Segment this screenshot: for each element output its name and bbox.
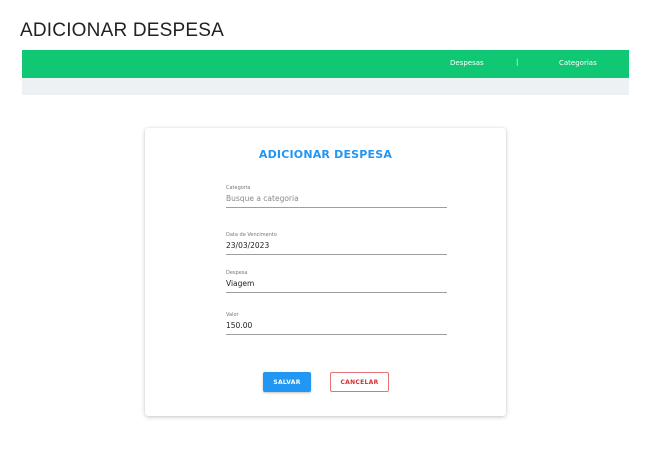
vencimento-field: Data de Vencimento: [226, 232, 447, 255]
nav-separator: |: [516, 58, 519, 66]
despesa-label: Despesa: [226, 270, 248, 276]
add-expense-card: ADICIONAR DESPESA Categoria Data de Venc…: [145, 128, 506, 416]
sub-bar: [22, 78, 629, 95]
valor-input[interactable]: [226, 319, 447, 335]
nav-link-despesas[interactable]: Despesas: [450, 59, 484, 67]
top-navbar: Despesas | Categorias: [22, 50, 629, 78]
despesa-input[interactable]: [226, 277, 447, 293]
valor-field: Valor: [226, 312, 447, 335]
form-title: ADICIONAR DESPESA: [258, 148, 393, 161]
valor-label: Valor: [226, 312, 239, 318]
despesa-field: Despesa: [226, 270, 447, 293]
nav-link-categorias[interactable]: Categorias: [559, 59, 597, 67]
categoria-input[interactable]: [226, 192, 447, 208]
vencimento-input[interactable]: [226, 239, 447, 255]
page-heading: ADICIONAR DESPESA: [20, 20, 225, 41]
save-button[interactable]: SALVAR: [263, 372, 311, 392]
vencimento-label: Data de Vencimento: [226, 232, 277, 238]
categoria-label: Categoria: [226, 185, 251, 191]
categoria-field: Categoria: [226, 185, 447, 208]
cancel-button[interactable]: CANCELAR: [330, 372, 389, 392]
